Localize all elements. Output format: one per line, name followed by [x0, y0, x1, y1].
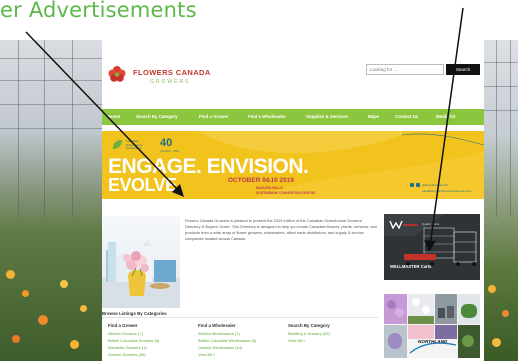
website-frame: FLOWERS CANADA GROWERS Search Home Searc…: [102, 48, 484, 361]
link-manitoba-growers[interactable]: Manitoba Growers (1): [108, 345, 147, 350]
greenhouse-background-left: [0, 40, 102, 361]
nav-item-supplies-services[interactable]: Supplies & Services: [306, 114, 348, 119]
banner-org-name: Canadian Greenhouse Conference: [126, 139, 143, 151]
ad-photo-purple-pots: [435, 325, 457, 339]
northland-ad[interactable]: NORTHLAND: [384, 294, 480, 358]
listings-divider: [102, 317, 378, 318]
wellmaster-brand: WELLMASTER Carts: [390, 264, 432, 269]
wellmaster-tagline: Quality Carts: [422, 222, 440, 226]
wellmaster-logo-icon: [389, 220, 418, 229]
column-heading-wholesalers: Find a Wholesaler: [198, 323, 236, 328]
nav-item-maps[interactable]: Maps: [368, 114, 379, 119]
banner-social-handle: @GreenhouseConf: [422, 183, 448, 187]
link-view-all-categories[interactable]: View All »: [288, 338, 305, 343]
link-bedding-nursery[interactable]: Bedding & Nursery (83): [288, 331, 330, 336]
nav-item-contact-us[interactable]: Contact Us: [395, 114, 418, 119]
column-heading-category: Search By Category: [288, 323, 330, 328]
site-header: FLOWERS CANADA GROWERS Search: [102, 48, 484, 108]
nav-item-home[interactable]: Home: [108, 114, 120, 119]
link-alberta-wholesalers[interactable]: Alberta Wholesalers (1): [198, 331, 240, 336]
logo-tagline: GROWERS: [150, 79, 191, 85]
banner-venue-city: NIAGARA FALLS: [256, 186, 283, 190]
leaf-icon: [113, 140, 122, 149]
ad-photo-leaves: [458, 325, 480, 358]
nav-item-media-kit[interactable]: Media Kit: [436, 114, 456, 119]
listings-title: Browse Listings By Categories: [102, 311, 167, 316]
greenhouse-background-right: [484, 40, 518, 361]
banner-date: OCTOBER 9&10 2019: [228, 177, 294, 184]
intro-paragraph: Flowers Canada Growers is pleased to pre…: [185, 218, 377, 242]
banner-headline-2: EVOLVE.: [108, 175, 182, 195]
anniversary-sub: YEARS · ANS: [160, 150, 180, 153]
anniversary-number: 40: [160, 137, 173, 149]
link-bc-wholesalers[interactable]: British Columbia Wholesalers (5): [198, 338, 256, 343]
twitter-icon: [416, 183, 420, 187]
column-heading-growers: Find a Grower: [108, 323, 138, 328]
banner-venue-name: SCOTIABANK CONVENTION CENTRE: [256, 191, 316, 195]
nav-item-find-wholesaler[interactable]: Find a Wholesaler: [248, 114, 286, 119]
link-ontario-growers[interactable]: Ontario Growers (46): [108, 352, 146, 357]
ad-photo-white-flowers: [408, 294, 434, 324]
logo-name[interactable]: FLOWERS CANADA: [133, 68, 211, 77]
main-nav: Home Search By Category Find a Grower Fi…: [102, 109, 484, 125]
ad-photo-greenery: [458, 294, 480, 324]
ad-photo-purple-flowers: [384, 294, 407, 324]
ad-photo-pink-flowers: [408, 325, 434, 339]
wellmaster-carts-ad[interactable]: Quality Carts WELLMASTER Carts: [384, 214, 480, 280]
facebook-icon: [410, 183, 414, 187]
northland-brand: NORTHLAND: [418, 339, 448, 344]
nav-item-find-grower[interactable]: Find a Grower: [199, 114, 229, 119]
ad-photo-lavender: [384, 325, 407, 358]
link-view-all-wholesalers[interactable]: View All »: [198, 352, 215, 357]
search-button[interactable]: Search: [446, 64, 480, 75]
flowers-vase-image: [102, 216, 180, 308]
link-alberta-growers[interactable]: Alberta Growers (7): [108, 331, 143, 336]
nav-item-search-by-category[interactable]: Search By Category: [136, 114, 178, 119]
link-bc-growers[interactable]: British Columbia Growers (5): [108, 338, 159, 343]
flower-logo-icon[interactable]: [107, 64, 127, 84]
callout-label: er Advertisements: [0, 0, 197, 22]
conference-banner-ad[interactable]: Canadian Greenhouse Conference 40 YEARS …: [102, 131, 484, 199]
banner-url: canadiangreenhouseconference.com: [422, 189, 472, 193]
search-input[interactable]: [366, 64, 444, 75]
ad-photo-pots: [435, 294, 457, 324]
link-ontario-wholesalers[interactable]: Ontario Wholesalers (14): [198, 345, 242, 350]
